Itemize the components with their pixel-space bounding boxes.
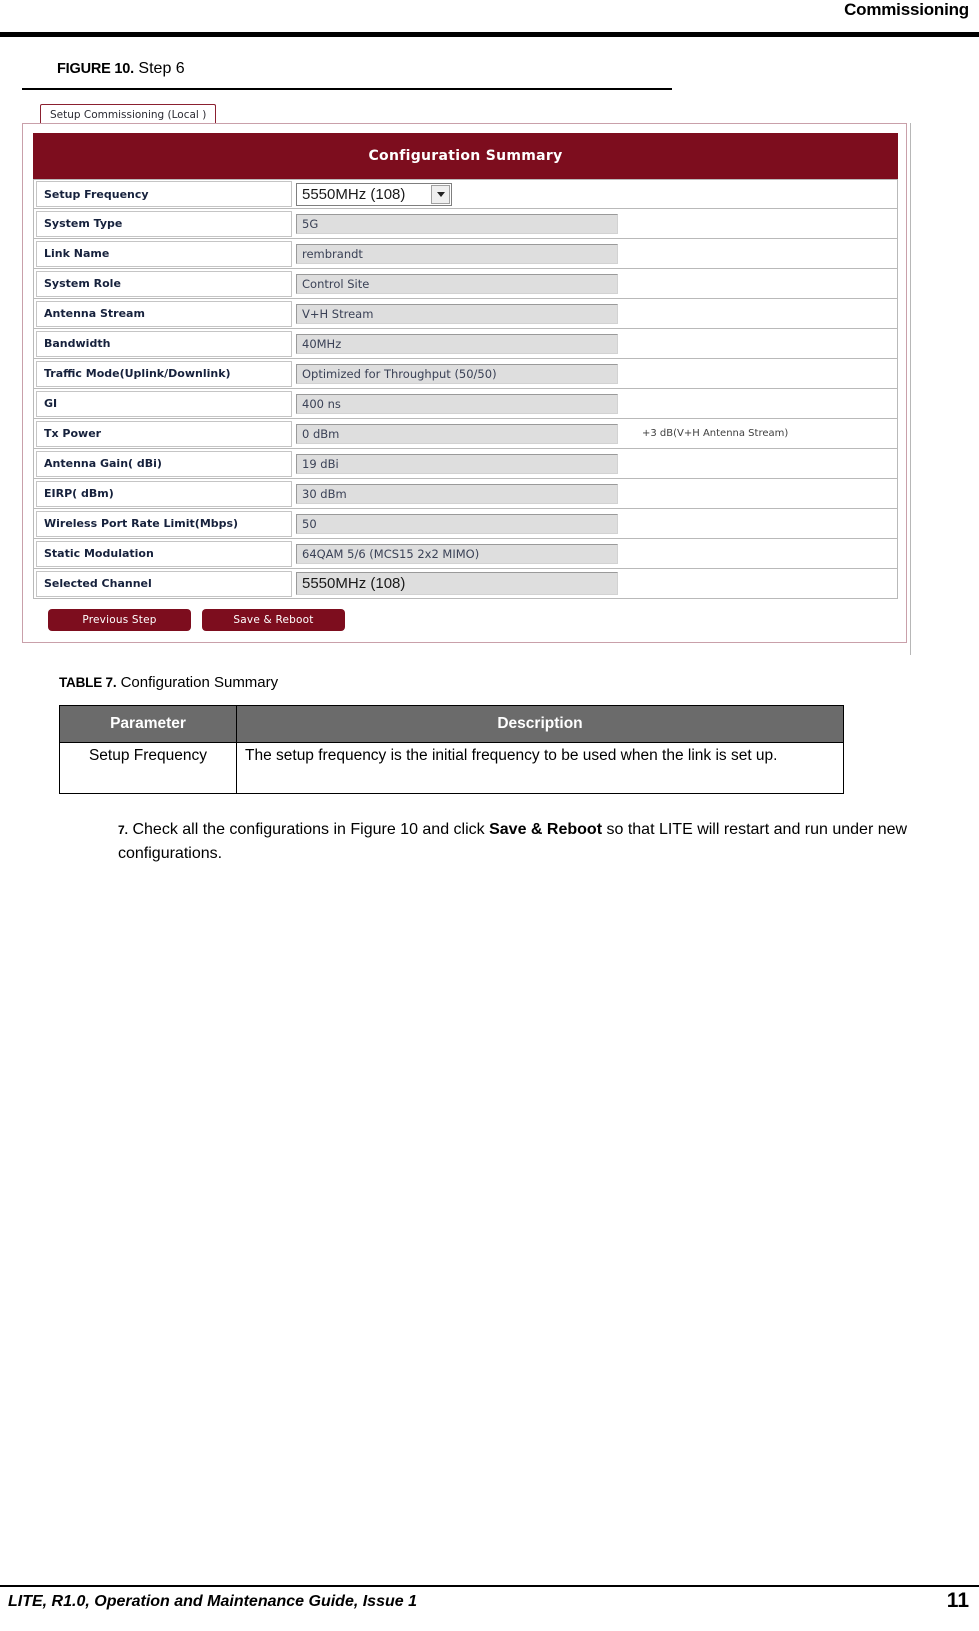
row-value: rembrandt bbox=[294, 239, 897, 268]
table-caption: TABLE 7. Configuration Summary bbox=[59, 674, 278, 691]
config-row-gi: GI 400 ns bbox=[33, 389, 898, 419]
figure-rule bbox=[22, 88, 672, 90]
embedded-screenshot: Setup Commissioning (Local ) Configurati… bbox=[22, 104, 917, 655]
save-and-reboot-button[interactable]: Save & Reboot bbox=[202, 609, 345, 631]
config-row-antenna-gain: Antenna Gain( dBi) 19 dBi bbox=[33, 449, 898, 479]
config-row-tx-power: Tx Power 0 dBm +3 dB(V+H Antenna Stream) bbox=[33, 419, 898, 449]
table-label: TABLE 7. bbox=[59, 675, 117, 690]
antenna-gain-field: 19 dBi bbox=[296, 453, 618, 474]
row-label: System Role bbox=[36, 270, 292, 297]
link-name-field: rembrandt bbox=[296, 243, 618, 264]
row-label: Selected Channel bbox=[36, 570, 292, 597]
bandwidth-field: 40MHz bbox=[296, 333, 618, 354]
row-value: 5550MHz (108) bbox=[294, 569, 897, 598]
config-row-wireless-port-rate-limit: Wireless Port Rate Limit(Mbps) 50 bbox=[33, 509, 898, 539]
figure-title: Step 6 bbox=[138, 60, 185, 77]
panel-title-bar: Configuration Summary bbox=[33, 133, 898, 179]
page-running-header: Commissioning bbox=[0, 0, 979, 40]
figure-label: FIGURE 10. bbox=[57, 61, 134, 77]
footer-rule bbox=[0, 1585, 979, 1587]
row-value: 5550MHz (108) bbox=[294, 180, 897, 208]
table-header-row: Parameter Description bbox=[59, 705, 844, 743]
header-rule bbox=[0, 32, 979, 37]
running-head-text: Commissioning bbox=[844, 0, 969, 19]
system-role-field: Control Site bbox=[296, 273, 618, 294]
config-row-link-name: Link Name rembrandt bbox=[33, 239, 898, 269]
config-row-static-modulation: Static Modulation 64QAM 5/6 (MCS15 2x2 M… bbox=[33, 539, 898, 569]
table-title: Configuration Summary bbox=[120, 674, 279, 691]
tab-setup-commissioning-local[interactable]: Setup Commissioning (Local ) bbox=[40, 104, 217, 125]
row-value: V+H Stream bbox=[294, 299, 897, 328]
row-value: 50 bbox=[294, 509, 897, 538]
chevron-down-icon[interactable] bbox=[431, 184, 450, 204]
row-label: System Type bbox=[36, 210, 292, 237]
cell-parameter: Setup Frequency bbox=[59, 742, 237, 794]
configuration-summary-table: Parameter Description Setup Frequency Th… bbox=[59, 705, 844, 794]
row-value: 400 ns bbox=[294, 389, 897, 418]
setup-frequency-value: 5550MHz (108) bbox=[302, 185, 406, 203]
row-label: Antenna Gain( dBi) bbox=[36, 450, 292, 477]
panel-button-bar: Previous Step Save & Reboot bbox=[48, 609, 898, 631]
config-row-bandwidth: Bandwidth 40MHz bbox=[33, 329, 898, 359]
row-value: 5G bbox=[294, 209, 897, 238]
gi-field: 400 ns bbox=[296, 393, 618, 414]
row-label: Antenna Stream bbox=[36, 300, 292, 327]
antenna-stream-field: V+H Stream bbox=[296, 303, 618, 324]
step-text-bold: Save & Reboot bbox=[489, 821, 603, 838]
column-header-description: Description bbox=[236, 705, 844, 743]
table-head: Parameter Description bbox=[59, 705, 844, 743]
previous-step-button[interactable]: Previous Step bbox=[48, 609, 191, 631]
panel-title: Configuration Summary bbox=[368, 148, 563, 164]
row-value: 40MHz bbox=[294, 329, 897, 358]
config-rows: Setup Frequency 5550MHz (108) System Typ… bbox=[33, 179, 898, 599]
cell-description: The setup frequency is the initial frequ… bbox=[236, 742, 844, 794]
tab-label: Setup Commissioning (Local ) bbox=[50, 109, 207, 121]
footer-page-number: 11 bbox=[946, 1589, 969, 1612]
screenshot-frame: Configuration Summary Setup Frequency 55… bbox=[22, 123, 907, 643]
row-value: 30 dBm bbox=[294, 479, 897, 508]
screenshot-right-edge bbox=[910, 123, 911, 655]
eirp-field: 30 dBm bbox=[296, 483, 618, 504]
config-row-system-role: System Role Control Site bbox=[33, 269, 898, 299]
row-value: 19 dBi bbox=[294, 449, 897, 478]
traffic-mode-field: Optimized for Throughput (50/50) bbox=[296, 363, 618, 384]
config-row-antenna-stream: Antenna Stream V+H Stream bbox=[33, 299, 898, 329]
row-value: Optimized for Throughput (50/50) bbox=[294, 359, 897, 388]
row-value: 64QAM 5/6 (MCS15 2x2 MIMO) bbox=[294, 539, 897, 568]
row-label: EIRP( dBm) bbox=[36, 480, 292, 507]
config-row-setup-frequency: Setup Frequency 5550MHz (108) bbox=[33, 179, 898, 209]
row-label: GI bbox=[36, 390, 292, 417]
step-list-item-7: 7. Check all the configurations in Figur… bbox=[118, 818, 936, 866]
table-body: Setup Frequency The setup frequency is t… bbox=[59, 742, 844, 794]
row-label: Wireless Port Rate Limit(Mbps) bbox=[36, 510, 292, 537]
row-label: Traffic Mode(Uplink/Downlink) bbox=[36, 360, 292, 387]
row-value: 0 dBm +3 dB(V+H Antenna Stream) bbox=[294, 419, 897, 448]
setup-frequency-select[interactable]: 5550MHz (108) bbox=[296, 182, 452, 206]
row-label: Tx Power bbox=[36, 420, 292, 447]
step-text: Check all the configurations in Figure 1… bbox=[118, 821, 907, 862]
tx-power-note: +3 dB(V+H Antenna Stream) bbox=[642, 428, 789, 439]
system-type-field: 5G bbox=[296, 213, 618, 234]
page-footer: LITE, R1.0, Operation and Maintenance Gu… bbox=[0, 1571, 979, 1631]
config-row-selected-channel: Selected Channel 5550MHz (108) bbox=[33, 569, 898, 599]
table-row: Setup Frequency The setup frequency is t… bbox=[59, 742, 844, 794]
footer-guide-text: LITE, R1.0, Operation and Maintenance Gu… bbox=[8, 1593, 417, 1610]
selected-channel-field: 5550MHz (108) bbox=[296, 572, 618, 595]
column-header-parameter: Parameter bbox=[59, 705, 237, 743]
row-value: Control Site bbox=[294, 269, 897, 298]
row-label: Bandwidth bbox=[36, 330, 292, 357]
config-row-traffic-mode: Traffic Mode(Uplink/Downlink) Optimized … bbox=[33, 359, 898, 389]
row-label: Link Name bbox=[36, 240, 292, 267]
config-row-eirp: EIRP( dBm) 30 dBm bbox=[33, 479, 898, 509]
configuration-summary-panel: Configuration Summary Setup Frequency 55… bbox=[33, 133, 898, 633]
step-number: 7. bbox=[118, 823, 129, 837]
wireless-port-rate-limit-field: 50 bbox=[296, 513, 618, 534]
row-label: Static Modulation bbox=[36, 540, 292, 567]
tx-power-field: 0 dBm bbox=[296, 423, 618, 444]
row-label: Setup Frequency bbox=[36, 181, 292, 207]
static-modulation-field: 64QAM 5/6 (MCS15 2x2 MIMO) bbox=[296, 543, 618, 564]
step-text-before: Check all the configurations in Figure 1… bbox=[132, 821, 490, 838]
figure-caption: FIGURE 10. Step 6 bbox=[57, 60, 185, 78]
config-row-system-type: System Type 5G bbox=[33, 209, 898, 239]
